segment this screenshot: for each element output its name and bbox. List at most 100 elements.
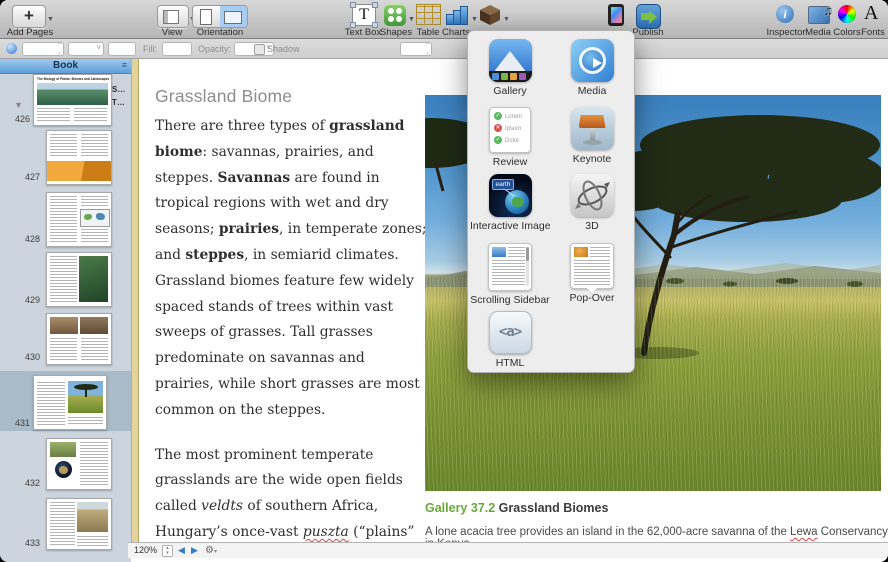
font-size-stepper[interactable] <box>22 42 64 56</box>
page-number: 432 <box>12 478 40 488</box>
thumb-text <box>50 256 77 302</box>
thumb-text <box>81 229 108 242</box>
widget-review[interactable]: ✓Lorem ✕Ipsum ✓Dolor Review <box>470 107 550 168</box>
orientation-label: Orientation <box>190 27 250 38</box>
view-label: View <box>152 27 192 38</box>
page-thumbnail-431[interactable] <box>33 375 107 430</box>
widget-gallery[interactable]: Gallery <box>470 39 550 97</box>
style-dropdown[interactable] <box>68 42 104 56</box>
thumb-image <box>80 317 108 334</box>
fonts-button[interactable]: A <box>864 2 878 25</box>
preview-button[interactable] <box>608 4 624 26</box>
book-header[interactable]: Book ≡ <box>0 58 131 74</box>
pop-over-icon <box>570 243 614 289</box>
thumb-text <box>80 442 108 486</box>
format-field[interactable] <box>108 42 136 56</box>
publish-button[interactable] <box>636 4 661 29</box>
thumb-image <box>37 83 108 105</box>
settings-gear-button[interactable]: ⚙▾ <box>205 545 217 556</box>
paragraph-1: There are three types of grassland biome… <box>155 114 427 424</box>
shape-dot-icon <box>388 16 394 22</box>
selection-handle <box>372 2 378 8</box>
colors-button[interactable] <box>838 5 856 23</box>
thumb-image <box>79 256 108 302</box>
play-ring-icon <box>579 47 606 74</box>
zoom-stepper[interactable]: ▴▾ <box>162 545 173 557</box>
thumb-image <box>80 209 110 227</box>
next-page-button[interactable]: ▶ <box>191 545 198 556</box>
body-text[interactable]: There are three types of grassland biome… <box>155 114 427 542</box>
table-button[interactable] <box>416 4 441 25</box>
widget-interactive-image[interactable]: earth Interactive Image <box>470 174 550 232</box>
charts-button[interactable] <box>446 5 470 25</box>
zoom-level[interactable]: 120% <box>134 545 157 555</box>
thumb-text <box>81 134 108 156</box>
keynote-icon <box>571 107 614 150</box>
thumb-text <box>81 338 108 361</box>
widget-label: 3D <box>552 220 632 232</box>
widgets-caret-icon: ▼ <box>503 16 510 23</box>
widget-label: Keynote <box>552 153 632 165</box>
thumb-text <box>68 417 103 425</box>
page-number: 430 <box>12 352 40 362</box>
widget-keynote[interactable]: Keynote <box>552 107 632 165</box>
text-box-button[interactable]: T <box>352 4 376 26</box>
disclosure-triangle-icon[interactable]: ▼ <box>14 100 23 110</box>
pages-sidebar: Book ≡ ▼ S… T… The Biology of Plants: Bi… <box>0 58 131 562</box>
add-pages-button[interactable]: + <box>12 5 46 28</box>
podium-base <box>583 140 602 145</box>
thumb-text <box>37 382 65 426</box>
text-lines <box>492 260 525 286</box>
inspector-button[interactable]: i <box>776 5 794 23</box>
widget-pop-over[interactable]: Pop-Over <box>552 243 632 304</box>
page-number: 431 <box>2 418 30 428</box>
thumb-text <box>74 108 107 121</box>
page-thumbnail-430[interactable] <box>46 313 112 365</box>
sidebar-menu-icon[interactable]: ≡ <box>122 58 127 73</box>
thumb-image <box>77 502 108 532</box>
thumb-text <box>37 108 70 121</box>
fonts-label: Fonts <box>858 27 888 38</box>
media-button[interactable]: ♫ <box>808 6 830 24</box>
main-toolbar: + ▼ Add Pages ▼ View Orientation T Text … <box>0 0 888 39</box>
sidebar-divider <box>131 58 139 542</box>
music-note-icon: ♫ <box>823 3 833 18</box>
widget-media[interactable]: Media <box>552 39 632 97</box>
thumb-image <box>50 442 76 457</box>
widgets-cube-icon <box>478 3 502 27</box>
view-button[interactable] <box>157 5 189 28</box>
page-thumbnail-433[interactable] <box>46 498 112 550</box>
page-thumbnail-426[interactable]: The Biology of Plants: Biomes and Landsc… <box>33 74 112 126</box>
shape-dot-icon <box>396 8 402 14</box>
thumbnail-icon <box>574 247 588 257</box>
page-thumbnail-427[interactable] <box>46 130 112 185</box>
shape-dot-icon <box>396 16 402 22</box>
page-thumbnail-428[interactable] <box>46 192 112 247</box>
orientation-portrait-button[interactable] <box>193 6 220 27</box>
thumb-image <box>68 381 103 413</box>
page-thumbnail-429[interactable] <box>46 252 112 307</box>
text-color-icon[interactable] <box>6 43 17 54</box>
mountain-icon <box>493 51 527 73</box>
page-thumbnail-432[interactable] <box>46 438 112 490</box>
shadow-checkbox[interactable] <box>254 44 265 55</box>
add-pages-label: Add Pages <box>4 27 56 38</box>
check-icon: ✓ <box>494 136 502 144</box>
media-widget-icon <box>571 39 614 82</box>
text-lines <box>508 247 525 257</box>
widget-html[interactable]: <a> HTML <box>470 311 550 369</box>
charts-caret-icon: ▼ <box>471 16 478 23</box>
photo-caption-body: A lone acacia tree provides an island in… <box>425 526 888 542</box>
orientation-landscape-button[interactable] <box>220 6 247 27</box>
format-stepper[interactable] <box>400 42 432 56</box>
fill-color-well[interactable] <box>162 42 192 56</box>
section-label: S… <box>112 85 125 94</box>
widget-scrolling-sidebar[interactable]: Scrolling Sidebar <box>470 243 550 306</box>
widgets-button[interactable] <box>478 3 502 27</box>
thumb-text <box>50 196 77 242</box>
opacity-label: Opacity: <box>198 44 231 54</box>
shapes-button[interactable] <box>384 4 406 26</box>
filmstrip-icon <box>489 71 532 82</box>
previous-page-button[interactable]: ◀ <box>178 545 185 556</box>
widget-3d[interactable]: 3D <box>552 174 632 232</box>
